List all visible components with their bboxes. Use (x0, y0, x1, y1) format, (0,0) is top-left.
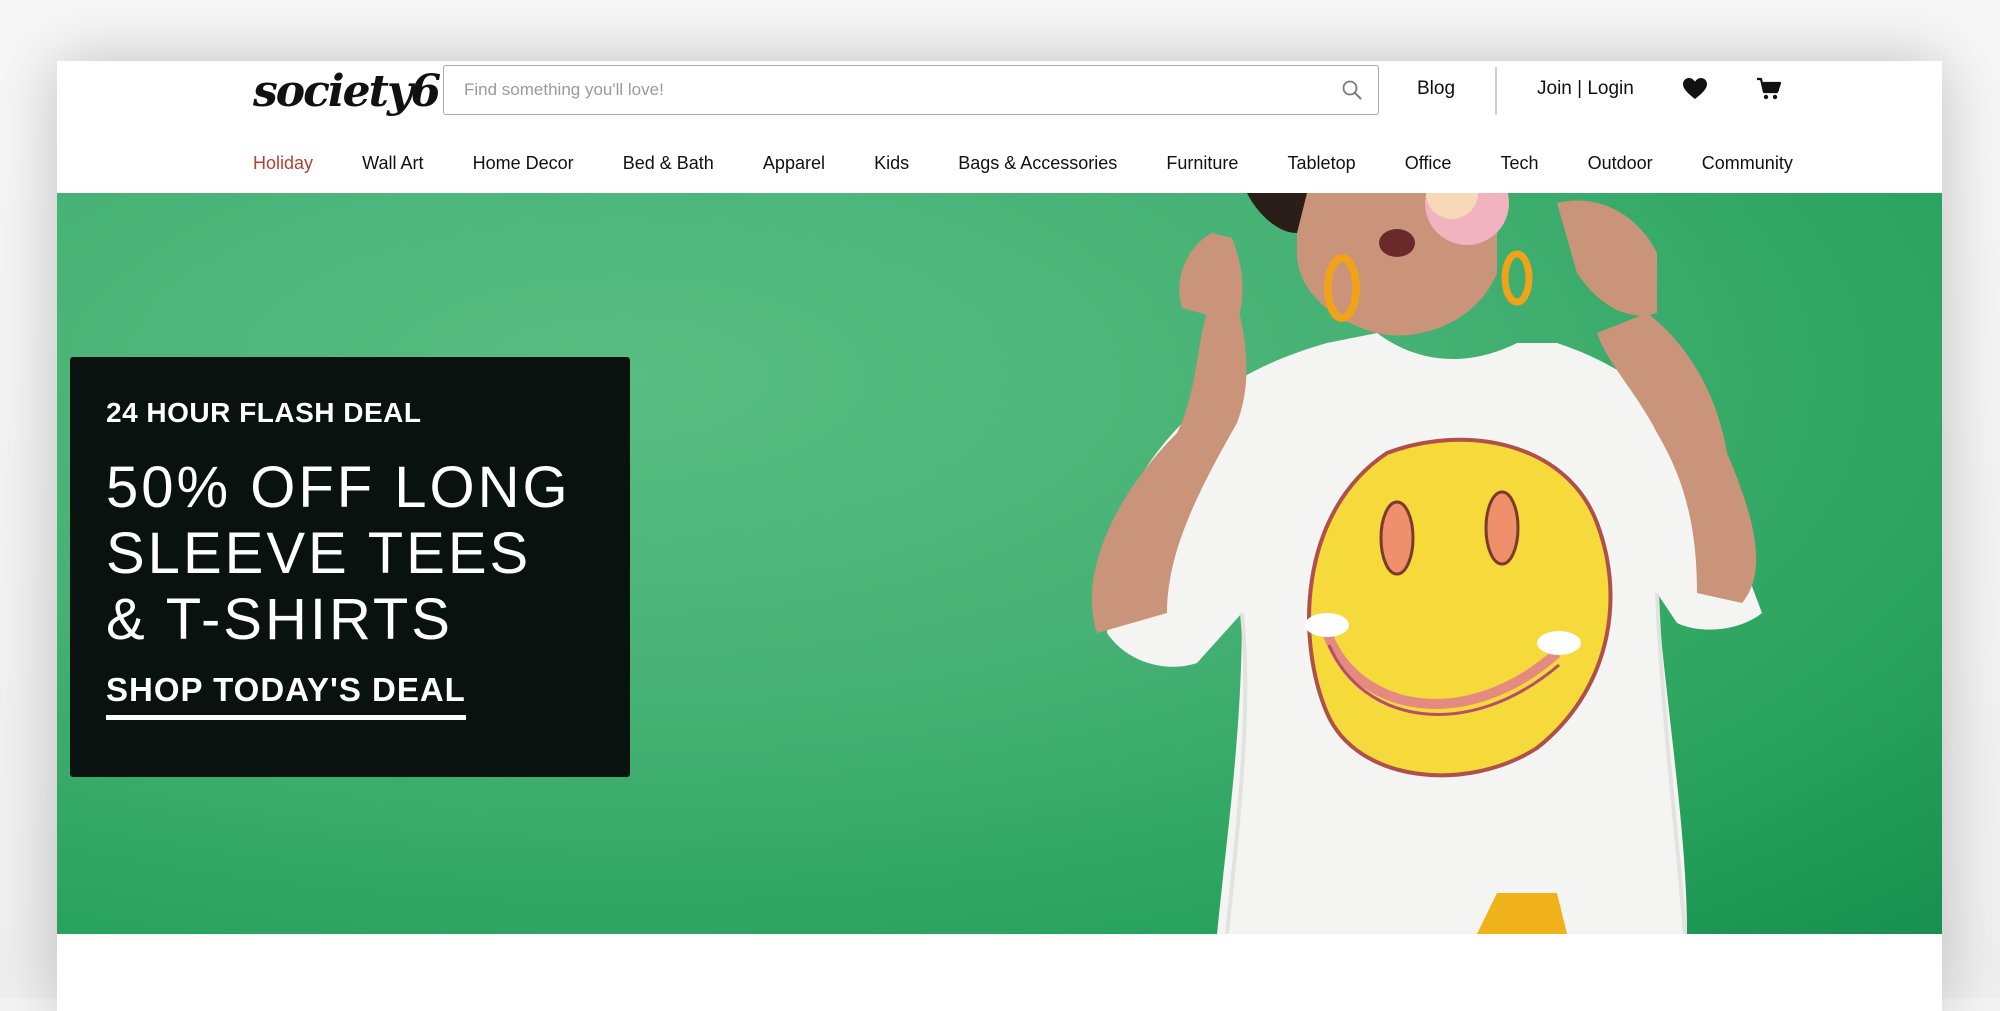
nav-item-tabletop[interactable]: Tabletop (1288, 153, 1356, 174)
nav-item-kids[interactable]: Kids (874, 153, 909, 174)
blog-link[interactable]: Blog (1417, 61, 1455, 117)
nav-item-home-decor[interactable]: Home Decor (473, 153, 574, 174)
deal-kicker: 24 HOUR FLASH DEAL (106, 397, 422, 428)
cart-icon[interactable] (1751, 71, 1787, 107)
nav-item-furniture[interactable]: Furniture (1166, 153, 1238, 174)
nav-item-apparel[interactable]: Apparel (763, 153, 825, 174)
category-nav: Holiday Wall Art Home Decor Bed & Bath A… (253, 145, 1793, 181)
nav-item-outdoor[interactable]: Outdoor (1588, 153, 1653, 174)
hero-banner[interactable]: 24 HOUR FLASH DEAL 50% OFF LONG SLEEVE T… (57, 193, 1942, 934)
heart-icon[interactable] (1677, 71, 1713, 107)
search-icon[interactable] (1326, 66, 1378, 114)
site-logo[interactable]: society6 (253, 65, 441, 117)
join-login-link[interactable]: Join | Login (1537, 61, 1634, 117)
search-input[interactable] (444, 66, 1326, 114)
search-bar (443, 65, 1379, 115)
nav-item-community[interactable]: Community (1702, 153, 1793, 174)
nav-item-bags-accessories[interactable]: Bags & Accessories (958, 153, 1117, 174)
nav-item-bed-bath[interactable]: Bed & Bath (623, 153, 714, 174)
flash-deal-card: 24 HOUR FLASH DEAL 50% OFF LONG SLEEVE T… (70, 357, 630, 777)
nav-item-wall-art[interactable]: Wall Art (362, 153, 423, 174)
hero-model-image (1091, 193, 1762, 934)
nav-item-holiday[interactable]: Holiday (253, 153, 313, 174)
shop-deal-link[interactable]: SHOP TODAY'S DEAL (106, 671, 466, 720)
nav-item-office[interactable]: Office (1405, 153, 1452, 174)
header-divider (1495, 67, 1497, 115)
nav-item-tech[interactable]: Tech (1501, 153, 1539, 174)
deal-headline: 50% OFF LONG SLEEVE TEES & T-SHIRTS (106, 455, 571, 652)
browser-page: society6 Blog Join | Login Holiday Wall … (57, 61, 1942, 1011)
